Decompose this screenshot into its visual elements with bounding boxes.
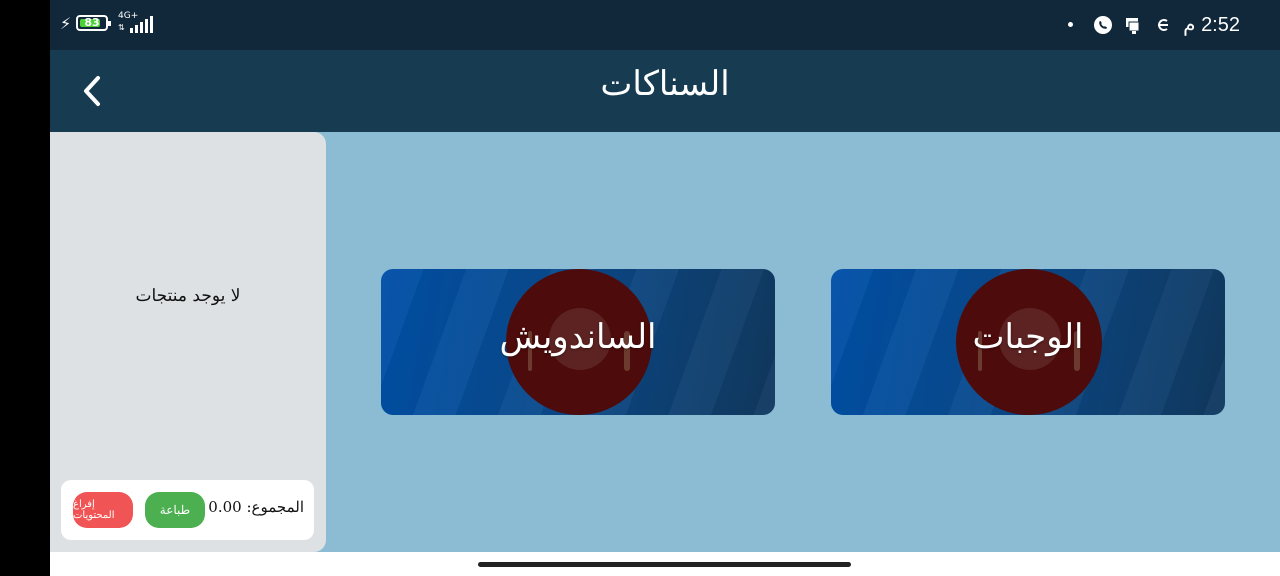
app-bar: السناكات	[50, 50, 1280, 132]
battery-icon: 83	[76, 15, 111, 31]
charging-bolt-icon: ⚡	[60, 14, 72, 33]
category-tile-sandwiches[interactable]: الساندويش	[381, 269, 775, 415]
cart-footer: إفراغ المحتويات طباعة المجموع: 0.00	[61, 480, 314, 540]
status-right-group: 2:52 م	[1068, 12, 1240, 37]
sync-icon	[1153, 15, 1173, 35]
category-tile-meals[interactable]: الوجبات	[831, 269, 1225, 415]
status-bar: ⚡ 83 4G+ ⇅ 2:52 م	[50, 0, 1280, 50]
battery-level: 83	[84, 16, 100, 29]
notification-icon	[1123, 15, 1143, 35]
app-screen: ⚡ 83 4G+ ⇅ 2:52 م السناكات لا يوجد منتجا…	[50, 0, 1280, 576]
cart-total: المجموع: 0.00	[208, 498, 304, 516]
category-label: الساندويش	[499, 317, 657, 357]
status-dot-icon	[1068, 22, 1074, 27]
network-indicator: 4G+ ⇅	[118, 11, 158, 35]
page-title: السناكات	[600, 64, 730, 104]
whatsapp-icon	[1093, 15, 1113, 35]
clear-cart-button[interactable]: إفراغ المحتويات	[73, 492, 133, 528]
cart-empty-message: لا يوجد منتجات	[135, 286, 241, 306]
category-label: الوجبات	[972, 317, 1084, 357]
print-button[interactable]: طباعة	[145, 492, 205, 528]
home-gesture-handle[interactable]	[478, 562, 851, 567]
data-arrows-icon: ⇅	[118, 23, 125, 32]
battery-nub	[108, 21, 111, 26]
signal-bars-icon	[130, 15, 156, 33]
status-time: 2:52 م	[1183, 14, 1240, 36]
system-nav-bar	[50, 552, 1280, 576]
cart-panel: لا يوجد منتجات إفراغ المحتويات طباعة الم…	[50, 132, 326, 552]
main-content: لا يوجد منتجات إفراغ المحتويات طباعة الم…	[50, 132, 1280, 552]
